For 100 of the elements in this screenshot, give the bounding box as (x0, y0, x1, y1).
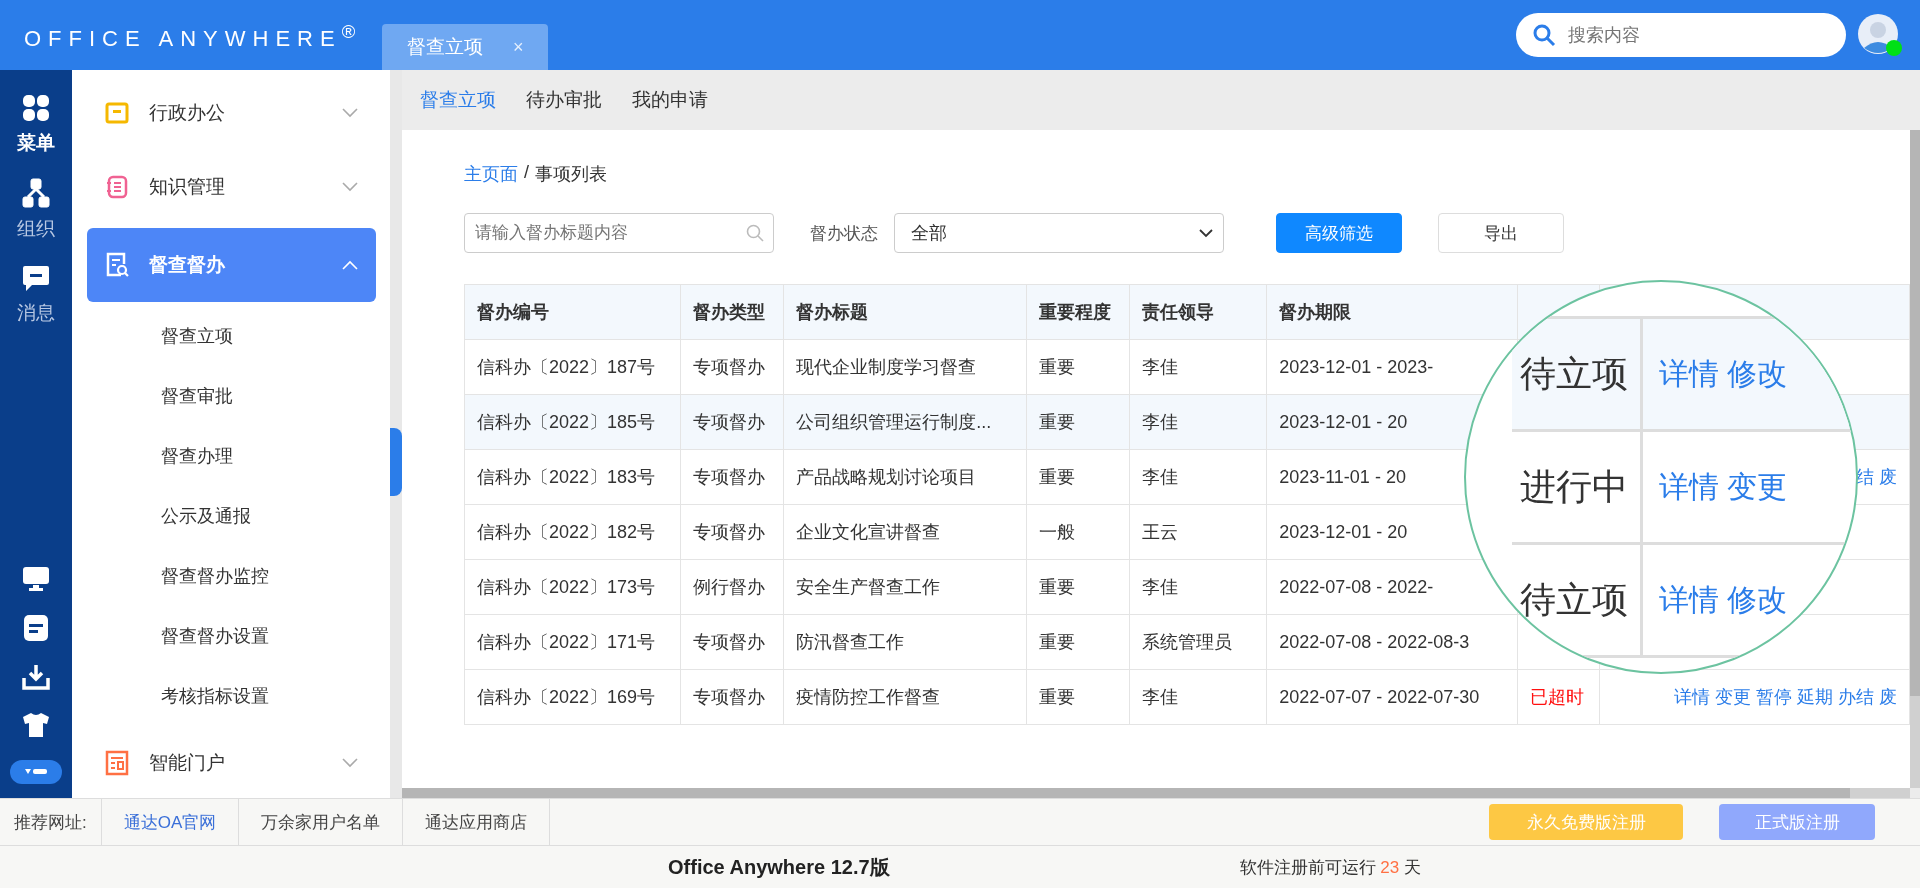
table-cell: 现代企业制度学习督查 (796, 357, 977, 377)
table-cell: 李佳 (1142, 577, 1179, 597)
table-cell: 王云 (1142, 522, 1179, 542)
title-search-field[interactable]: 请输入督办标题内容 (464, 213, 774, 253)
table-cell: 李佳 (1142, 467, 1179, 487)
column-header: 督办标题 (796, 302, 869, 322)
link[interactable]: 万余家用户名单 (239, 799, 404, 845)
table-cell: 2022-07-08 - 2022- (1279, 576, 1434, 597)
breadcrumb-text: 事项列表 (535, 163, 607, 186)
table-cell: 专项督办 (692, 412, 765, 432)
table-cell: 2023-12-01 - 20 (1279, 521, 1408, 542)
sidebar-subitem[interactable]: 督查立项 (87, 306, 376, 366)
rail-item[interactable]: 菜单 (17, 94, 55, 156)
scrollbar-thumb[interactable] (1910, 130, 1920, 696)
table-cell: 防汛督查工作 (796, 632, 905, 652)
apps-icon (22, 94, 50, 122)
table-cell: 信科办〔2022〕187号 (477, 357, 656, 377)
status-filter-label: 督办状态 (810, 222, 878, 245)
subtab[interactable]: 待办审批 (526, 87, 602, 113)
collapse-handle[interactable] (390, 428, 402, 496)
status-text: 已超时 (1529, 687, 1584, 707)
table-cell: 专项督办 (692, 467, 765, 487)
table-cell: 信科办〔2022〕173号 (477, 577, 656, 597)
table-cell: 例行督办 (692, 577, 765, 597)
app-logo: OFFICE ANYWHERE$^{®}$ (23, 20, 364, 53)
rail-label[interactable]: 消息 (17, 300, 55, 326)
trial-notice: 软件注册前可运行 23 天 (1239, 856, 1421, 879)
table-cell: 信科办〔2022〕171号 (477, 632, 656, 652)
table-cell: 2022-07-08 - 2022-08-3 (1279, 631, 1470, 652)
link[interactable]: 通达应用商店 (403, 799, 551, 845)
table-cell: 重要 (1038, 357, 1075, 377)
column-header: 督办类型 (692, 302, 765, 322)
rail-item[interactable]: 消息 (17, 264, 55, 326)
filter-button[interactable]: 高级筛选 (1276, 213, 1402, 253)
magnified-action-links: 详情 修改 (1658, 581, 1788, 618)
table-cell: 专项督办 (692, 357, 765, 377)
more-icon (25, 768, 47, 776)
sidebar-subitem[interactable]: 考核指标设置 (87, 666, 376, 726)
table-cell: 系统管理员 (1142, 632, 1233, 652)
sidebar-label[interactable]: 知识管理 (149, 174, 322, 200)
table-cell: 重要 (1038, 577, 1075, 597)
search-field[interactable]: 搜索内容 (1516, 13, 1846, 57)
links-label: 推荐网址: (0, 799, 102, 845)
folder-icon (105, 102, 129, 124)
document-search-icon (105, 252, 129, 278)
filter-button[interactable]: 导出 (1438, 213, 1564, 253)
table-cell: 公司组织管理运行制度... (796, 412, 992, 432)
more-button[interactable] (10, 760, 62, 784)
sidebar-label[interactable]: 行政办公 (149, 100, 322, 126)
search-icon (1532, 23, 1556, 47)
sidebar-subitem[interactable]: 公示及通报 (87, 486, 376, 546)
download-icon[interactable] (22, 664, 50, 690)
sidebar-item[interactable]: 智能门户 (87, 726, 376, 800)
sidebar-subitem[interactable]: 督查审批 (87, 366, 376, 426)
shirt-icon[interactable] (22, 712, 50, 738)
avatar[interactable] (1858, 14, 1898, 54)
column-header: 责任领导 (1142, 302, 1215, 322)
layout-icon (105, 750, 129, 776)
chevron-up-icon (342, 260, 358, 270)
sidebar-label[interactable]: 智能门户 (149, 750, 322, 776)
magnified-status: 待立项 (1512, 545, 1643, 655)
table-cell: 一般 (1038, 522, 1075, 542)
table-cell: 2022-07-07 - 2022-07-30 (1279, 686, 1480, 707)
table-cell: 专项督办 (692, 522, 765, 542)
table-cell: 重要 (1038, 412, 1075, 432)
table-cell: 李佳 (1142, 357, 1179, 377)
chevron-down-icon (342, 108, 358, 118)
breadcrumb-text: / (524, 162, 529, 184)
table-cell: 企业文化宣讲督查 (796, 522, 941, 542)
rail-item[interactable]: 组织 (17, 178, 55, 242)
sidebar-item[interactable]: 行政办公 (87, 76, 376, 150)
table-cell: 安全生产督查工作 (796, 577, 941, 597)
column-header: 督办编号 (477, 302, 549, 322)
breadcrumb-link[interactable]: 主页面 (464, 162, 518, 186)
table-cell: 2023-12-01 - 2023- (1279, 356, 1434, 377)
table-cell: 产品战略规划讨论项目 (796, 467, 977, 487)
sidebar-subitem[interactable]: 督查督办监控 (87, 546, 376, 606)
table-cell: 李佳 (1142, 412, 1179, 432)
table-cell: 重要 (1038, 467, 1075, 487)
sidebar-subitem[interactable]: 督查办理 (87, 426, 376, 486)
scrollbar-thumb[interactable] (402, 788, 1850, 798)
magnified-status: 待立项 (1512, 319, 1643, 429)
note-icon[interactable] (23, 614, 49, 642)
sidebar-subitem[interactable]: 督查督办设置 (87, 606, 376, 666)
chevron-down-icon (342, 182, 358, 192)
chat-icon (22, 264, 50, 292)
table-cell: 信科办〔2022〕183号 (477, 467, 656, 487)
table-cell: 专项督办 (692, 632, 765, 652)
chevron-down-icon (342, 758, 358, 768)
rail-label[interactable]: 菜单 (17, 130, 55, 156)
monitor-icon[interactable] (22, 566, 50, 592)
status-select[interactable]: 全部 (894, 213, 1224, 253)
subtab[interactable]: 我的申请 (632, 87, 708, 113)
org-chart-icon (22, 178, 50, 208)
table-cell: 信科办〔2022〕185号 (477, 412, 656, 432)
sidebar-item[interactable]: 知识管理 (87, 150, 376, 224)
link[interactable]: 通达OA官网 (101, 799, 240, 845)
column-header: 督办期限 (1279, 302, 1352, 322)
rail-label[interactable]: 组织 (17, 216, 55, 242)
magnified-status: 进行中 (1512, 432, 1643, 542)
